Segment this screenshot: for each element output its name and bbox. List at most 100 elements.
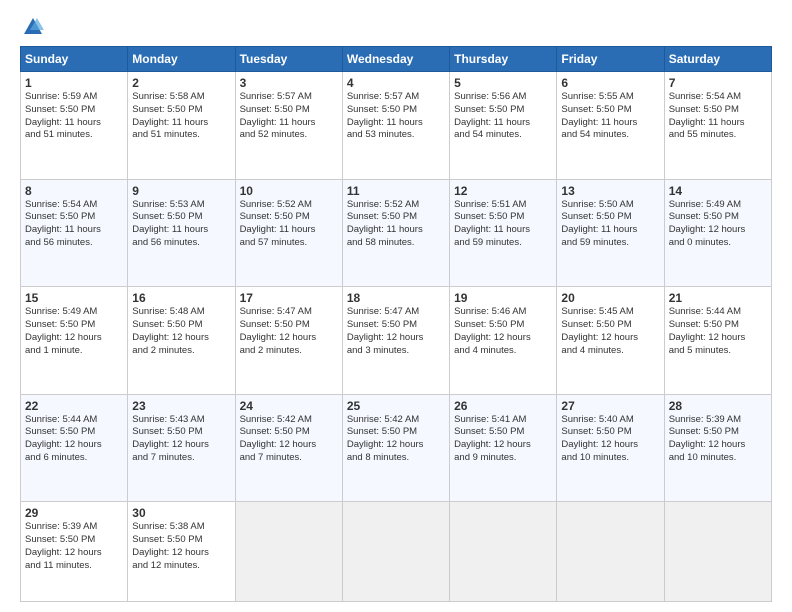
day-info: Sunset: 5:50 PM: [561, 426, 659, 439]
calendar-cell: 15Sunrise: 5:49 AMSunset: 5:50 PMDayligh…: [21, 287, 128, 395]
calendar-header-saturday: Saturday: [664, 47, 771, 72]
day-info: and 58 minutes.: [347, 237, 445, 250]
day-number: 6: [561, 76, 659, 90]
day-info: Sunset: 5:50 PM: [25, 104, 123, 117]
day-number: 17: [240, 291, 338, 305]
day-info: Sunset: 5:50 PM: [25, 211, 123, 224]
day-info: and 59 minutes.: [454, 237, 552, 250]
day-number: 12: [454, 184, 552, 198]
day-info: Sunrise: 5:39 AM: [25, 521, 123, 534]
day-info: and 7 minutes.: [240, 452, 338, 465]
calendar-cell: 23Sunrise: 5:43 AMSunset: 5:50 PMDayligh…: [128, 394, 235, 502]
day-info: and 8 minutes.: [347, 452, 445, 465]
day-number: 11: [347, 184, 445, 198]
day-info: Daylight: 12 hours: [25, 332, 123, 345]
page: SundayMondayTuesdayWednesdayThursdayFrid…: [0, 0, 792, 612]
calendar-cell: 28Sunrise: 5:39 AMSunset: 5:50 PMDayligh…: [664, 394, 771, 502]
day-number: 16: [132, 291, 230, 305]
day-info: Daylight: 12 hours: [132, 332, 230, 345]
day-info: Sunset: 5:50 PM: [561, 211, 659, 224]
day-info: Sunrise: 5:42 AM: [240, 414, 338, 427]
day-info: Daylight: 12 hours: [25, 547, 123, 560]
day-info: Sunrise: 5:55 AM: [561, 91, 659, 104]
day-info: and 5 minutes.: [669, 345, 767, 358]
calendar-week-1: 1Sunrise: 5:59 AMSunset: 5:50 PMDaylight…: [21, 72, 772, 180]
day-number: 8: [25, 184, 123, 198]
day-info: and 59 minutes.: [561, 237, 659, 250]
day-number: 22: [25, 399, 123, 413]
calendar-cell: 26Sunrise: 5:41 AMSunset: 5:50 PMDayligh…: [450, 394, 557, 502]
calendar-cell: 11Sunrise: 5:52 AMSunset: 5:50 PMDayligh…: [342, 179, 449, 287]
day-info: Sunrise: 5:54 AM: [25, 199, 123, 212]
day-info: Sunset: 5:50 PM: [132, 426, 230, 439]
calendar-header-wednesday: Wednesday: [342, 47, 449, 72]
day-info: Sunset: 5:50 PM: [347, 211, 445, 224]
day-info: Sunrise: 5:51 AM: [454, 199, 552, 212]
day-info: Daylight: 12 hours: [454, 439, 552, 452]
day-info: Daylight: 12 hours: [240, 332, 338, 345]
day-info: Daylight: 12 hours: [132, 439, 230, 452]
calendar-header-thursday: Thursday: [450, 47, 557, 72]
day-info: and 10 minutes.: [669, 452, 767, 465]
day-info: Daylight: 12 hours: [669, 439, 767, 452]
day-info: Sunrise: 5:57 AM: [347, 91, 445, 104]
day-number: 28: [669, 399, 767, 413]
day-info: Daylight: 12 hours: [561, 439, 659, 452]
calendar-cell: 29Sunrise: 5:39 AMSunset: 5:50 PMDayligh…: [21, 502, 128, 602]
day-info: Sunrise: 5:43 AM: [132, 414, 230, 427]
calendar-cell: 12Sunrise: 5:51 AMSunset: 5:50 PMDayligh…: [450, 179, 557, 287]
day-info: Sunset: 5:50 PM: [240, 211, 338, 224]
day-info: and 0 minutes.: [669, 237, 767, 250]
day-number: 30: [132, 506, 230, 520]
calendar-cell: 16Sunrise: 5:48 AMSunset: 5:50 PMDayligh…: [128, 287, 235, 395]
day-info: Sunrise: 5:44 AM: [669, 306, 767, 319]
day-number: 5: [454, 76, 552, 90]
day-info: Sunrise: 5:58 AM: [132, 91, 230, 104]
day-number: 20: [561, 291, 659, 305]
day-info: Sunrise: 5:49 AM: [25, 306, 123, 319]
day-number: 13: [561, 184, 659, 198]
day-info: and 3 minutes.: [347, 345, 445, 358]
day-info: Sunset: 5:50 PM: [669, 319, 767, 332]
calendar-cell: 1Sunrise: 5:59 AMSunset: 5:50 PMDaylight…: [21, 72, 128, 180]
day-info: and 52 minutes.: [240, 129, 338, 142]
logo-icon: [22, 16, 44, 38]
calendar-cell: [450, 502, 557, 602]
day-info: Daylight: 12 hours: [132, 547, 230, 560]
calendar-cell: 13Sunrise: 5:50 AMSunset: 5:50 PMDayligh…: [557, 179, 664, 287]
day-info: Sunrise: 5:47 AM: [240, 306, 338, 319]
calendar-cell: 30Sunrise: 5:38 AMSunset: 5:50 PMDayligh…: [128, 502, 235, 602]
day-number: 10: [240, 184, 338, 198]
day-info: and 11 minutes.: [25, 560, 123, 573]
day-info: Sunrise: 5:54 AM: [669, 91, 767, 104]
day-info: Daylight: 12 hours: [347, 332, 445, 345]
calendar-cell: 20Sunrise: 5:45 AMSunset: 5:50 PMDayligh…: [557, 287, 664, 395]
day-info: Sunset: 5:50 PM: [132, 104, 230, 117]
calendar-cell: 21Sunrise: 5:44 AMSunset: 5:50 PMDayligh…: [664, 287, 771, 395]
day-info: Daylight: 11 hours: [132, 224, 230, 237]
day-info: Daylight: 12 hours: [347, 439, 445, 452]
day-info: Sunset: 5:50 PM: [669, 426, 767, 439]
day-info: Sunrise: 5:44 AM: [25, 414, 123, 427]
day-number: 19: [454, 291, 552, 305]
day-info: Sunset: 5:50 PM: [454, 319, 552, 332]
day-info: and 4 minutes.: [561, 345, 659, 358]
day-info: Daylight: 11 hours: [454, 117, 552, 130]
day-info: and 9 minutes.: [454, 452, 552, 465]
calendar-cell: 4Sunrise: 5:57 AMSunset: 5:50 PMDaylight…: [342, 72, 449, 180]
day-info: Sunset: 5:50 PM: [240, 319, 338, 332]
day-number: 24: [240, 399, 338, 413]
calendar-cell: 18Sunrise: 5:47 AMSunset: 5:50 PMDayligh…: [342, 287, 449, 395]
day-info: Daylight: 11 hours: [561, 224, 659, 237]
day-info: Daylight: 11 hours: [240, 224, 338, 237]
calendar-cell: 8Sunrise: 5:54 AMSunset: 5:50 PMDaylight…: [21, 179, 128, 287]
day-info: Daylight: 12 hours: [454, 332, 552, 345]
day-info: Sunset: 5:50 PM: [454, 211, 552, 224]
calendar-cell: 25Sunrise: 5:42 AMSunset: 5:50 PMDayligh…: [342, 394, 449, 502]
day-info: Sunrise: 5:59 AM: [25, 91, 123, 104]
calendar: SundayMondayTuesdayWednesdayThursdayFrid…: [20, 46, 772, 602]
day-number: 14: [669, 184, 767, 198]
day-info: Daylight: 12 hours: [669, 224, 767, 237]
day-info: Sunset: 5:50 PM: [132, 211, 230, 224]
day-info: Daylight: 11 hours: [25, 117, 123, 130]
